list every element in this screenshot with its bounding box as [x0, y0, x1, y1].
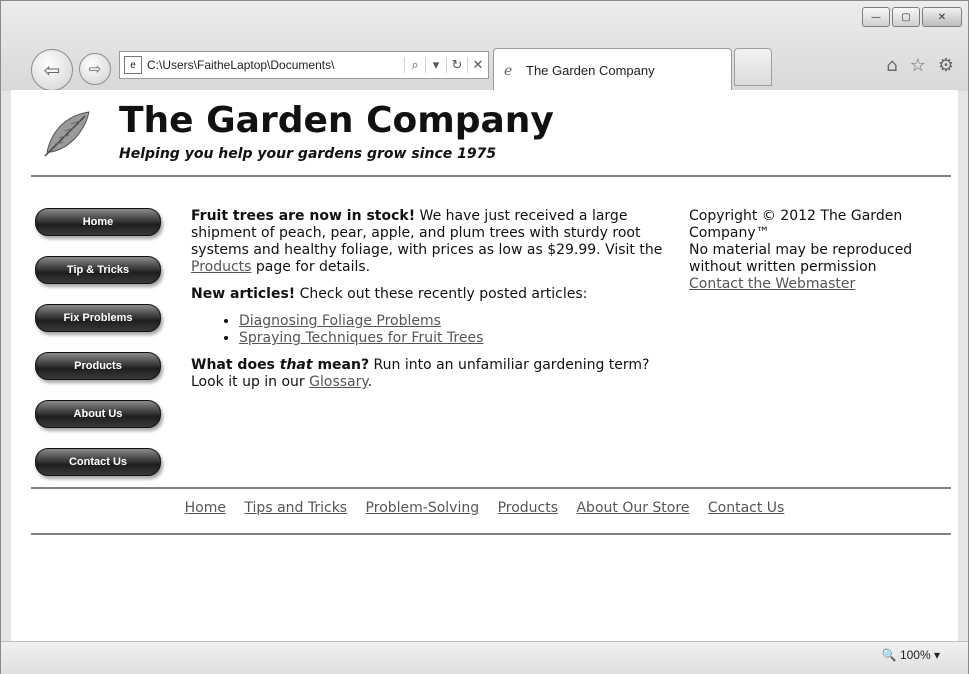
- new-articles-heading: New articles!: [191, 286, 296, 302]
- web-page: The Garden Company Helping you help your…: [11, 90, 958, 641]
- glossary-heading-a: What does: [191, 357, 280, 373]
- footer-bottom-divider: [31, 533, 951, 535]
- menu-button-about[interactable]: About Us: [35, 400, 161, 428]
- side-menu: Home Tip & Tricks Fix Problems Products …: [35, 208, 161, 496]
- footer-link-tips[interactable]: Tips and Tricks: [244, 500, 347, 516]
- sidebar: Copyright © 2012 The Garden Company™ No …: [689, 208, 954, 293]
- browser-tab[interactable]: ℯ The Garden Company: [493, 48, 732, 91]
- contact-webmaster-link[interactable]: Contact the Webmaster: [689, 276, 855, 292]
- site-title: The Garden Company: [119, 100, 554, 141]
- list-item: Spraying Techniques for Fruit Trees: [239, 330, 671, 347]
- status-bar: 🔍 100% ▾: [1, 641, 968, 674]
- permission-notice: No material may be reproduced without wr…: [689, 242, 913, 275]
- menu-button-contact[interactable]: Contact Us: [35, 448, 161, 476]
- favorites-star-icon[interactable]: ☆: [910, 55, 926, 76]
- forward-arrow-icon: ⇨: [88, 60, 102, 78]
- menu-button-home[interactable]: Home: [35, 208, 161, 236]
- header-divider: [31, 175, 951, 177]
- new-articles-text: Check out these recently posted articles…: [295, 286, 588, 302]
- home-icon[interactable]: ⌂: [886, 55, 897, 76]
- glossary-heading-italic: that: [279, 357, 313, 373]
- footer-nav: Home Tips and Tricks Problem-Solving Pro…: [11, 500, 958, 516]
- close-button[interactable]: ✕: [922, 7, 962, 27]
- article-link-foliage[interactable]: Diagnosing Foliage Problems: [239, 313, 441, 329]
- footer-link-problem-solving[interactable]: Problem-Solving: [366, 500, 480, 516]
- paragraph-fruit-trees: Fruit trees are now in stock! We have ju…: [191, 208, 671, 276]
- browser-window: — ▢ ✕ ⇦ ⇨ e C:\Users\FaitheLaptop\Docume…: [0, 0, 969, 674]
- zoom-icon: 🔍: [881, 648, 897, 662]
- paragraph-new-articles: New articles! Check out these recently p…: [191, 286, 671, 303]
- search-icon[interactable]: ⌕: [404, 57, 425, 73]
- settings-gear-icon[interactable]: ⚙: [938, 55, 954, 76]
- main-content: Fruit trees are now in stock! We have ju…: [191, 208, 671, 401]
- fruit-trees-tail: page for details.: [251, 259, 371, 275]
- article-list: Diagnosing Foliage Problems Spraying Tec…: [191, 313, 671, 347]
- back-arrow-icon: ⇦: [43, 58, 61, 82]
- dropdown-icon[interactable]: ▾: [425, 57, 446, 73]
- new-tab-button[interactable]: [734, 48, 772, 86]
- footer-link-home[interactable]: Home: [185, 500, 226, 516]
- tab-title: The Garden Company: [526, 62, 655, 78]
- address-bar[interactable]: e C:\Users\FaitheLaptop\Documents\ ⌕ ▾ ↻…: [119, 51, 489, 79]
- browser-tools: ⌂ ☆ ⚙: [886, 55, 954, 76]
- window-controls: — ▢ ✕: [860, 7, 962, 27]
- footer-link-contact[interactable]: Contact Us: [708, 500, 784, 516]
- footer-top-divider: [31, 487, 951, 489]
- address-text[interactable]: C:\Users\FaitheLaptop\Documents\: [147, 58, 404, 72]
- list-item: Diagnosing Foliage Problems: [239, 313, 671, 330]
- minimize-button[interactable]: —: [862, 7, 890, 27]
- article-link-spraying[interactable]: Spraying Techniques for Fruit Trees: [239, 330, 483, 346]
- glossary-heading-b: mean?: [312, 357, 370, 373]
- menu-button-products[interactable]: Products: [35, 352, 161, 380]
- back-button[interactable]: ⇦: [31, 49, 73, 91]
- refresh-icon[interactable]: ↻: [446, 57, 467, 73]
- page-icon: e: [124, 56, 142, 74]
- menu-button-tips[interactable]: Tip & Tricks: [35, 256, 161, 284]
- footer-link-products[interactable]: Products: [498, 500, 558, 516]
- footer-link-about[interactable]: About Our Store: [576, 500, 689, 516]
- zoom-level[interactable]: 🔍 100% ▾: [882, 648, 940, 662]
- stop-icon[interactable]: ✕: [467, 57, 488, 73]
- glossary-tail: .: [367, 374, 373, 390]
- paragraph-glossary: What does that mean? Run into an unfamil…: [191, 357, 671, 391]
- zoom-value: 100%: [899, 648, 931, 662]
- menu-button-fix-problems[interactable]: Fix Problems: [35, 304, 161, 332]
- glossary-heading: What does that mean?: [191, 357, 369, 373]
- fruit-trees-heading: Fruit trees are now in stock!: [191, 208, 416, 224]
- site-tagline: Helping you help your gardens grow since…: [119, 146, 497, 162]
- copyright-text: Copyright © 2012 The Garden Company™: [689, 208, 903, 241]
- products-link[interactable]: Products: [191, 259, 251, 275]
- ie-logo-icon: ℯ: [504, 61, 513, 78]
- maximize-button[interactable]: ▢: [892, 7, 920, 27]
- browser-chrome: — ▢ ✕ ⇦ ⇨ e C:\Users\FaitheLaptop\Docume…: [1, 1, 968, 91]
- glossary-link[interactable]: Glossary: [309, 374, 368, 390]
- forward-button[interactable]: ⇨: [79, 53, 111, 85]
- leaf-logo-icon: [44, 111, 90, 157]
